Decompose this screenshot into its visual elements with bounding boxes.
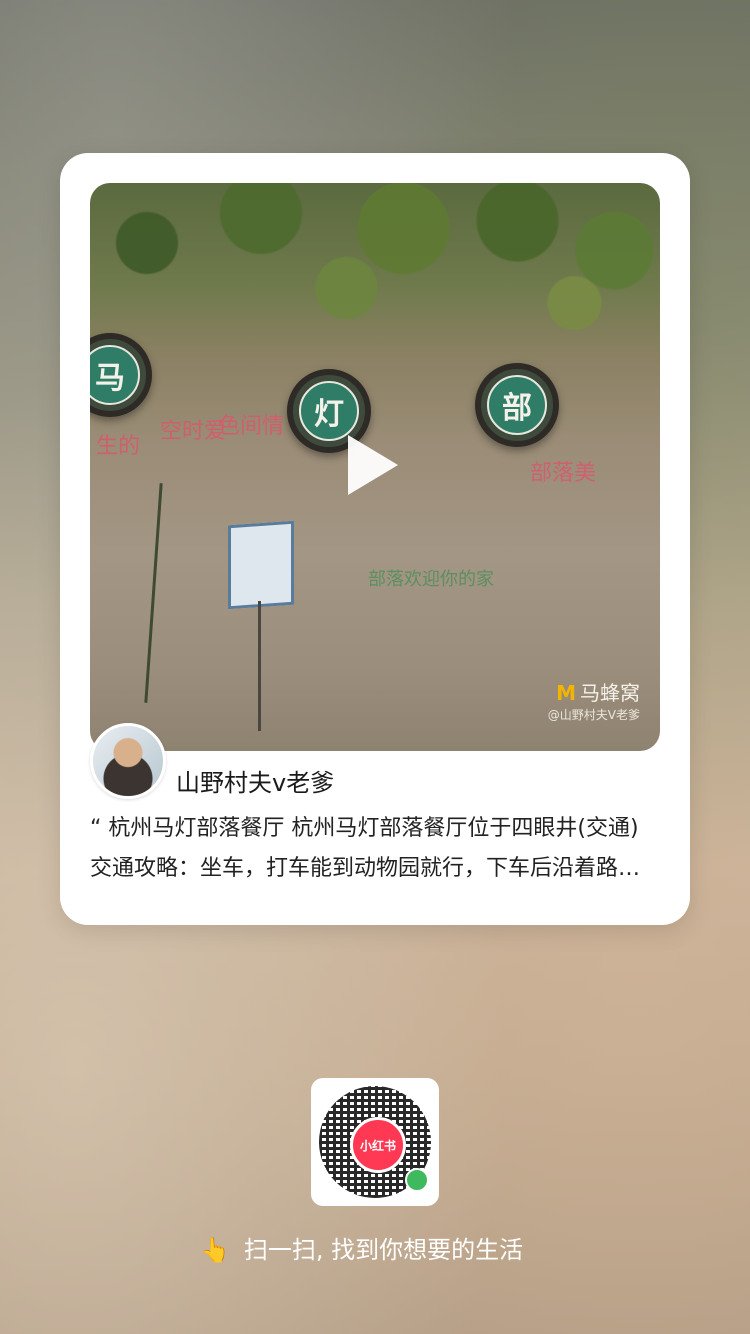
wall-graffiti: 部落欢迎你的家 — [368, 569, 494, 590]
footer-slogan: 👆 扫一扫, 找到你想要的生活 — [200, 1230, 523, 1265]
slogan-text: 扫一扫, 找到你想要的生活 — [243, 1236, 524, 1264]
mafengwo-logo-icon: M — [556, 681, 576, 705]
wall-graffiti: 空时爱 — [160, 419, 227, 444]
mini-program-badge-icon — [405, 1168, 429, 1192]
pointing-hand-icon: 👆 — [200, 1236, 230, 1264]
play-icon[interactable] — [348, 435, 398, 495]
note-description[interactable]: “ 杭州马灯部落餐厅 杭州马灯部落餐厅位于四眼井(交通)交通攻略：坐车，打车能到… — [90, 809, 660, 889]
author-avatar[interactable] — [90, 723, 166, 799]
wall-graffiti: 生的 — [96, 434, 141, 459]
video-cover[interactable]: 马 灯 部 生的 空时爱 色间情 部落美 部落欢迎你的家 M 马蜂窝 @山野村夫V… — [90, 183, 660, 751]
wall-graffiti: 色间情 — [218, 414, 285, 439]
watermark: M 马蜂窝 @山野村夫V老爹 — [547, 681, 640, 722]
painted-plant — [144, 483, 163, 703]
author-name[interactable]: 山野村夫v老爹 — [176, 763, 334, 798]
painted-pole — [258, 601, 261, 731]
foliage — [90, 183, 660, 333]
sign-bu: 部 — [475, 363, 559, 447]
sign-ma: 马 — [90, 333, 152, 417]
xiaohongshu-logo: 小红书 — [350, 1117, 406, 1173]
share-card[interactable]: 马 灯 部 生的 空时爱 色间情 部落美 部落欢迎你的家 M 马蜂窝 @山野村夫V… — [60, 153, 690, 925]
qr-code[interactable]: 小红书 — [311, 1078, 439, 1206]
qr-pattern: 小红书 — [319, 1086, 431, 1198]
painted-booth — [228, 520, 294, 610]
wall-graffiti: 部落美 — [530, 461, 597, 486]
